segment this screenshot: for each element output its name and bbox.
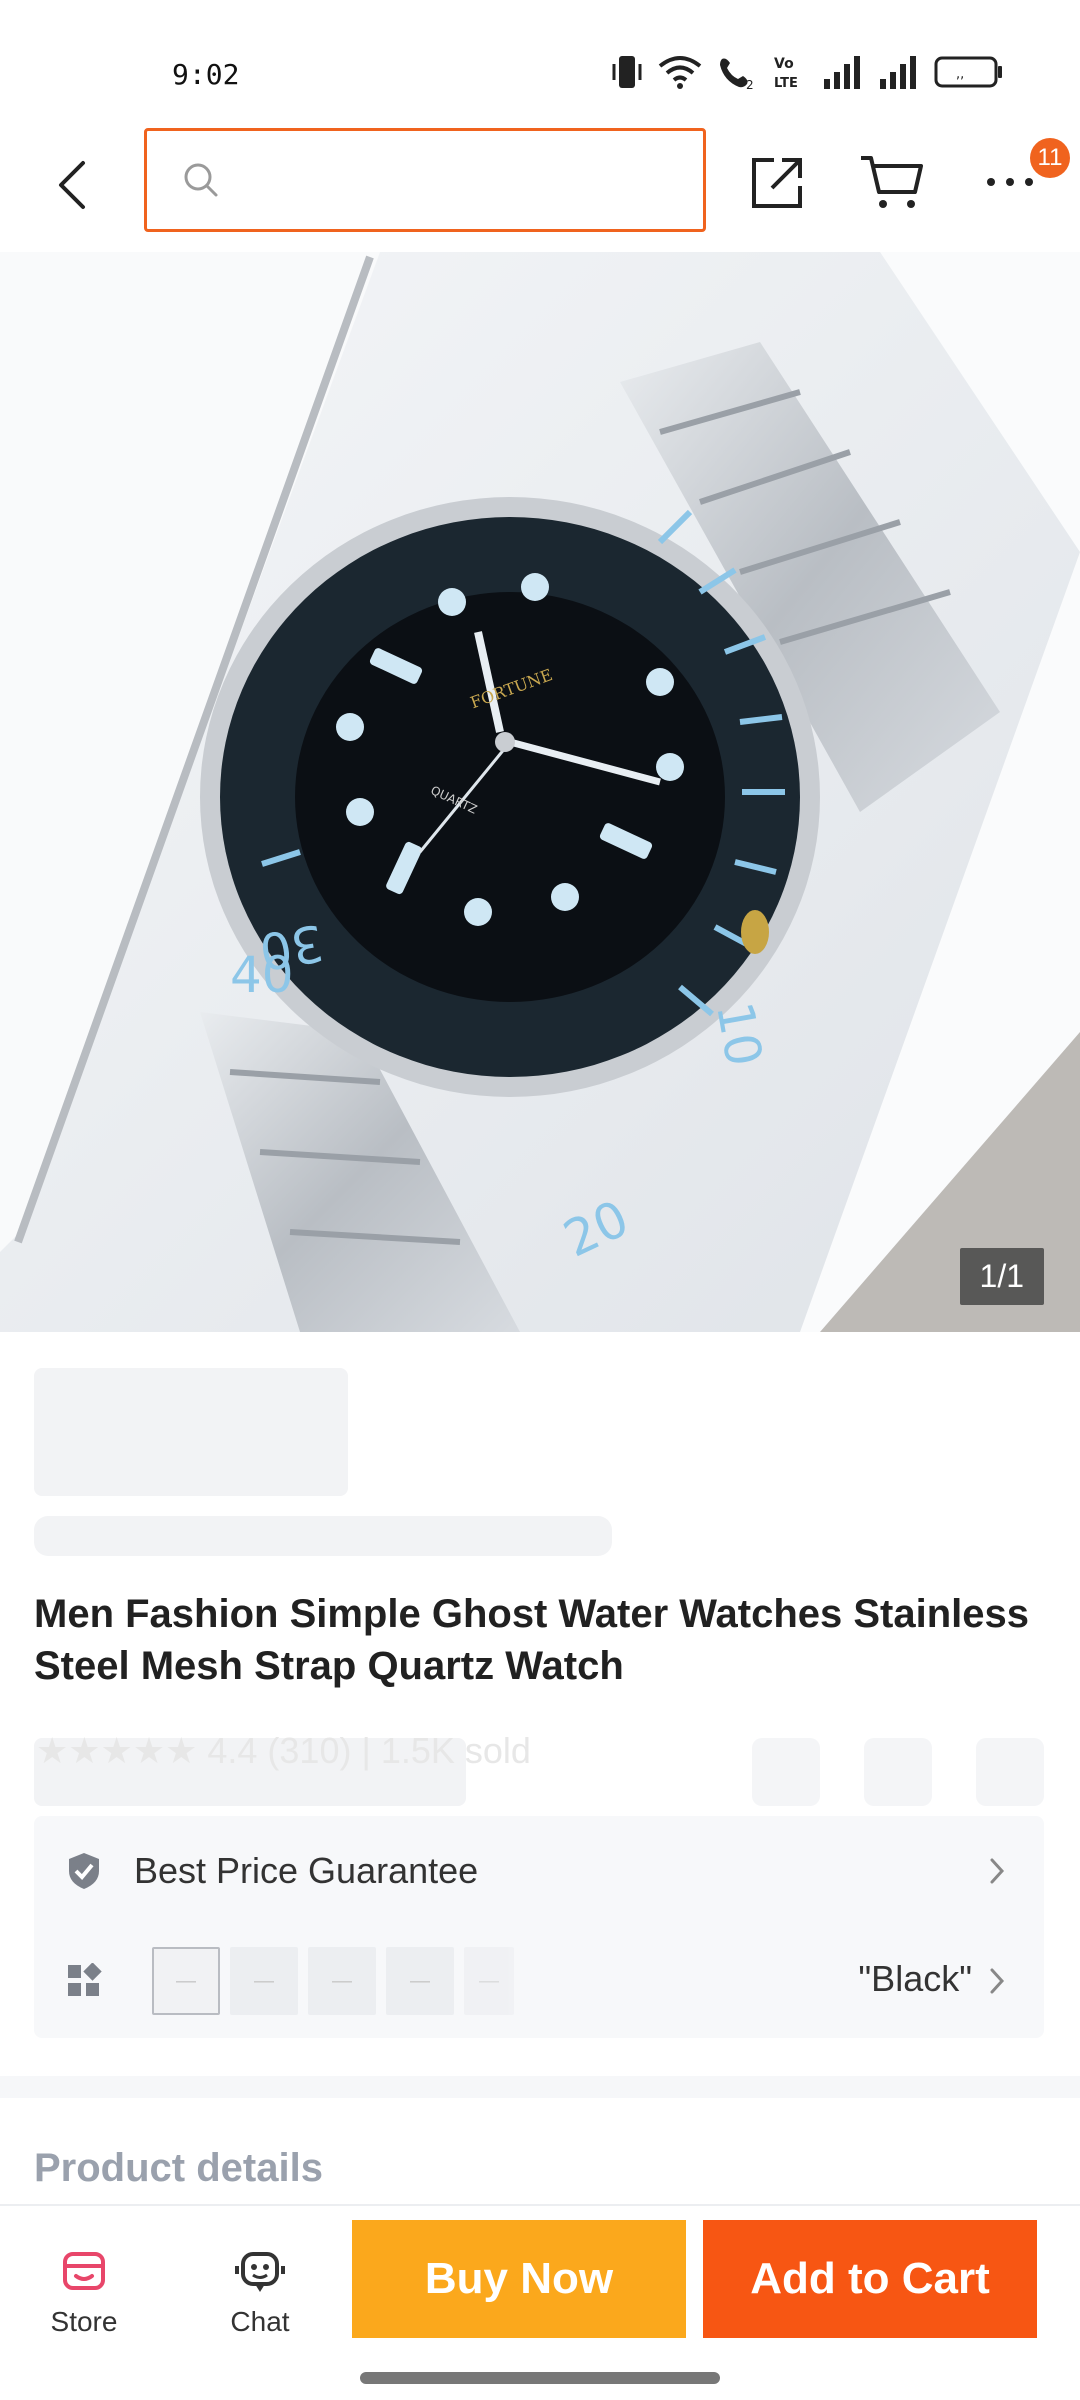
grid-icon <box>64 1961 104 2001</box>
guarantee-label: Best Price Guarantee <box>134 1850 479 1891</box>
chevron-right-icon <box>990 1858 1005 1884</box>
section-divider <box>0 2076 1080 2098</box>
best-price-guarantee-row[interactable]: Best Price Guarantee <box>34 1816 1044 1926</box>
variant-thumb[interactable]: — <box>464 1947 514 2015</box>
watch-photo: ▼ 30 40 20 10 FORTUNE QUARTZ <box>0 252 1080 1332</box>
svg-text:40: 40 <box>230 946 294 1004</box>
store-label: Store <box>50 2306 118 2337</box>
subtitle-skeleton <box>34 1516 612 1556</box>
store-icon <box>59 2246 109 2296</box>
variant-thumbnails: — — — — — <box>152 1947 514 2015</box>
back-button[interactable] <box>38 150 108 220</box>
share-button[interactable] <box>742 146 814 218</box>
vibrate-icon <box>612 56 642 88</box>
product-image[interactable]: ▼ 30 40 20 10 FORTUNE QUARTZ 1/1 <box>0 252 1080 1332</box>
search-icon <box>184 163 218 197</box>
rating-summary: ★★★★★ 4.4 (310) | 1.5K sold <box>36 1730 531 1771</box>
variant-value: "Black" <box>858 1958 972 1999</box>
volte-lte-icon: Vo LTE <box>774 56 798 91</box>
status-bar: 9:02 2 Vo LTE ,, <box>0 0 1080 128</box>
info-card: Best Price Guarantee — — — — — "Black" <box>34 1816 1044 2038</box>
add-to-cart-button[interactable]: Add to Cart <box>703 2220 1037 2338</box>
top-nav: 11 <box>0 128 1080 252</box>
wifi-icon <box>658 56 702 89</box>
variant-selector-row[interactable]: — — — — — "Black" <box>34 1926 1044 2036</box>
search-input[interactable] <box>235 160 703 200</box>
signal-icon <box>824 56 860 89</box>
home-indicator[interactable] <box>360 2372 720 2384</box>
price-skeleton <box>34 1368 348 1496</box>
more-icon <box>987 178 1033 186</box>
chat-icon <box>235 2246 285 2296</box>
image-counter: 1/1 <box>959 1248 1044 1305</box>
bottom-action-bar: Store Chat Buy Now Add to Cart <box>0 2204 1080 2400</box>
svg-text:,,: ,, <box>956 67 964 82</box>
status-icons: 2 Vo LTE ,, <box>610 52 1004 92</box>
chevron-right-icon <box>990 1968 1005 1994</box>
shield-check-icon <box>64 1851 104 1891</box>
share-icon <box>752 158 802 208</box>
store-tab[interactable]: Store <box>24 2246 144 2338</box>
svg-text:Vo: Vo <box>774 56 794 72</box>
cart-icon <box>861 156 923 208</box>
variant-thumb[interactable]: — <box>308 1947 376 2015</box>
svg-text:LTE: LTE <box>774 76 798 91</box>
signal-icon <box>880 56 916 89</box>
variant-thumb[interactable]: — <box>230 1947 298 2015</box>
svg-text:10: 10 <box>705 998 773 1071</box>
buy-now-button[interactable]: Buy Now <box>352 2220 686 2338</box>
search-box[interactable] <box>144 128 706 232</box>
cart-button[interactable] <box>856 146 928 218</box>
cart-badge: 11 <box>1030 138 1070 178</box>
battery-icon: ,, <box>934 56 1002 88</box>
variant-thumb[interactable]: — <box>386 1947 454 2015</box>
chat-tab[interactable]: Chat <box>200 2246 320 2338</box>
svg-text:2: 2 <box>746 78 754 91</box>
back-icon <box>59 161 85 209</box>
volte-call-icon: 2 <box>720 58 754 91</box>
status-time: 9:02 <box>172 58 240 91</box>
action-placeholder <box>976 1738 1044 1806</box>
variant-thumb[interactable]: — <box>152 1947 220 2015</box>
product-title: Men Fashion Simple Ghost Water Watches S… <box>34 1592 1030 1688</box>
action-placeholder <box>864 1738 932 1806</box>
chat-label: Chat <box>230 2306 290 2337</box>
action-placeholder <box>752 1738 820 1806</box>
product-details-heading: Product details <box>34 2146 323 2190</box>
